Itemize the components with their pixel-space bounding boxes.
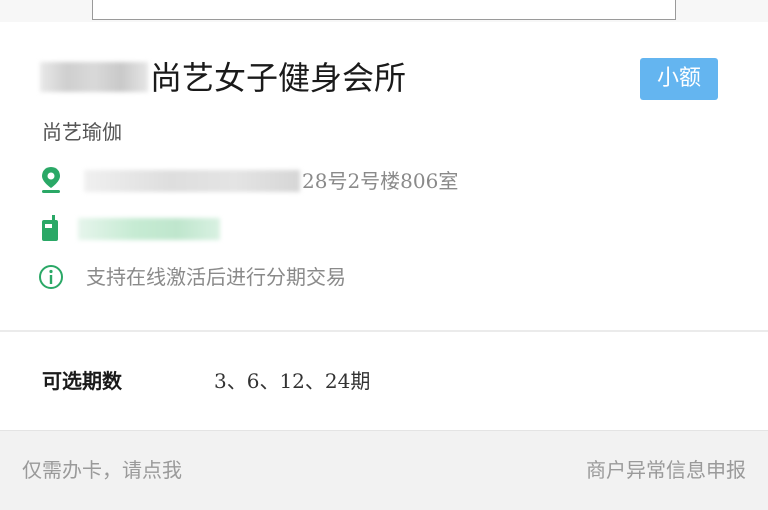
card-only-link[interactable]: 仅需办卡，请点我 <box>22 455 182 485</box>
info-circle-icon <box>39 265 63 289</box>
activation-notice: 支持在线激活后进行分期交易 <box>86 265 346 289</box>
redacted-name-prefix <box>40 62 148 92</box>
top-strip <box>0 0 768 22</box>
footer-bar: 仅需办卡，请点我 商户异常信息申报 <box>0 430 768 510</box>
redacted-phone <box>78 218 220 240</box>
merchant-detail-page: 尚艺女子健身会所 小额 尚艺瑜伽 28号2号楼806室 支持在线激活后进行分期交… <box>0 0 768 510</box>
location-pin-icon <box>42 167 60 193</box>
top-input-box[interactable] <box>92 0 676 20</box>
redacted-address <box>84 170 300 192</box>
installments-label: 可选期数 <box>42 369 122 393</box>
merchant-category: 尚艺瑜伽 <box>42 120 122 144</box>
amount-badge: 小额 <box>640 58 718 100</box>
merchant-address: 28号2号楼806室 <box>302 169 459 193</box>
report-merchant-link[interactable]: 商户异常信息申报 <box>586 455 746 485</box>
phone-icon <box>42 215 58 241</box>
merchant-name: 尚艺女子健身会所 <box>150 59 407 97</box>
section-divider <box>0 330 768 332</box>
installments-value: 3、6、12、24期 <box>214 369 371 393</box>
